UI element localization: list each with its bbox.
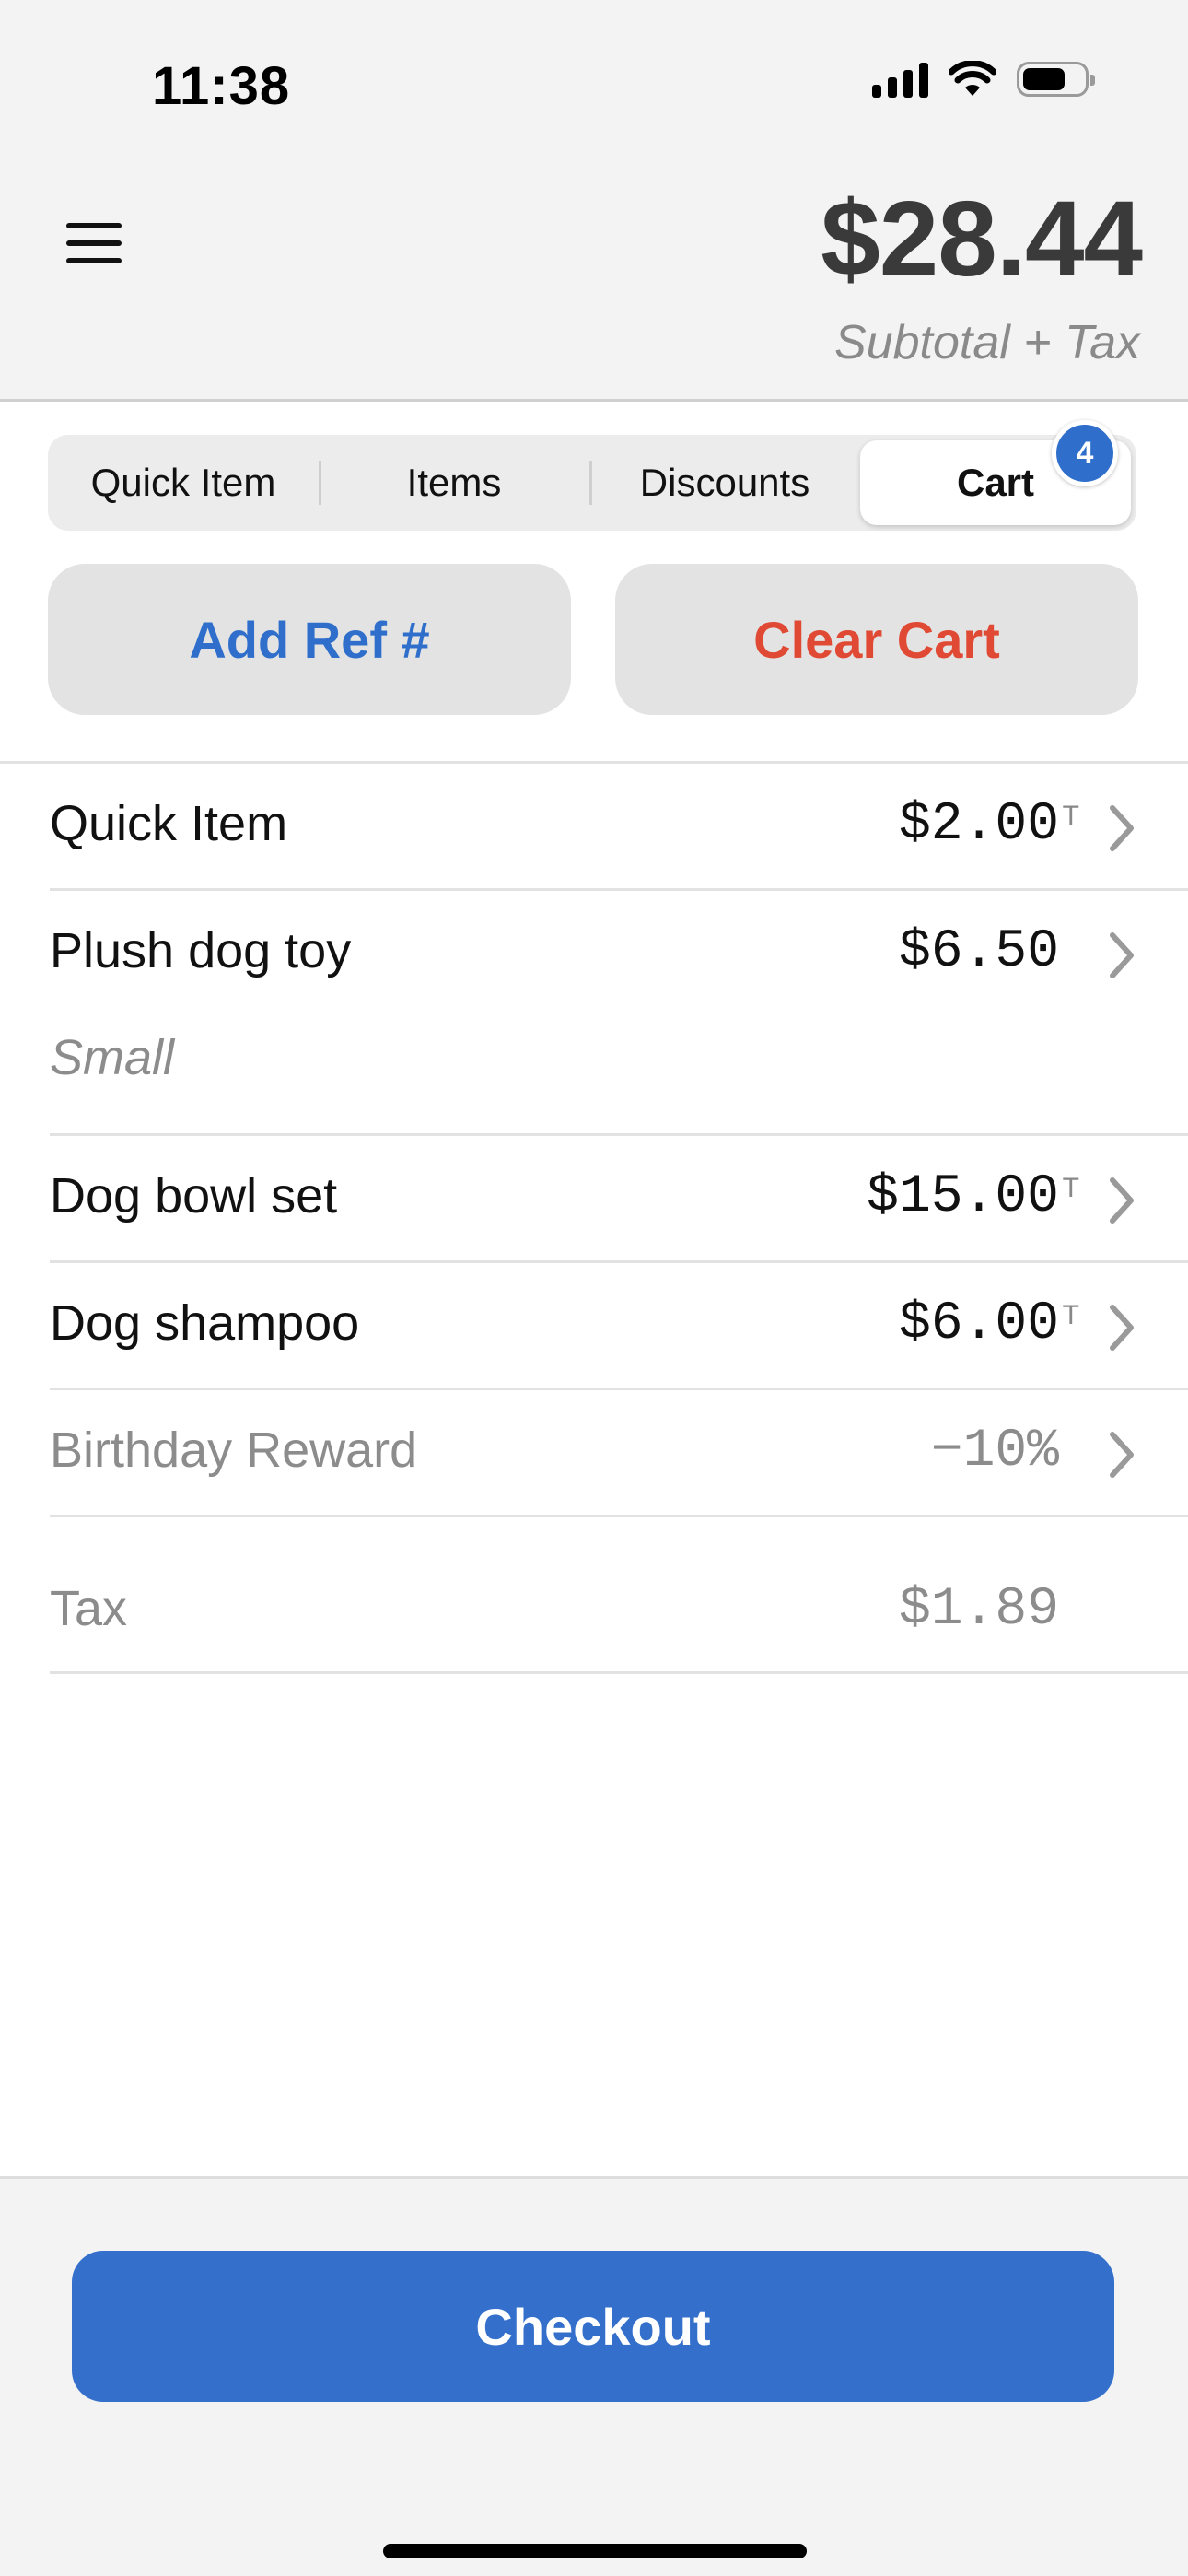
clear-cart-button[interactable]: Clear Cart — [615, 564, 1138, 715]
tax-row: Tax $1.89 — [50, 1517, 1188, 1674]
cellular-signal-icon — [872, 61, 928, 98]
tab-items[interactable]: Items — [319, 440, 589, 525]
taxable-flag: T — [1062, 1173, 1079, 1203]
discount-name: Birthday Reward — [50, 1423, 418, 1478]
battery-icon — [1017, 62, 1095, 97]
chevron-right-icon — [1110, 1432, 1134, 1478]
cart-actions: Add Ref # Clear Cart — [48, 564, 1138, 715]
chevron-right-icon — [1110, 1177, 1134, 1224]
cart-count-badge: 4 — [1052, 420, 1118, 486]
cart-row-plush-dog-toy[interactable]: Plush dog toy $6.50 Small — [50, 891, 1188, 1136]
item-price: $6.00 — [898, 1294, 1059, 1354]
item-name: Dog shampoo — [50, 1295, 360, 1351]
status-bar: 11:38 — [0, 0, 1188, 166]
footer: Checkout — [0, 2176, 1188, 2576]
order-total: $28.44 — [821, 179, 1143, 299]
status-time: 11:38 — [152, 56, 291, 116]
item-name: Plush dog toy — [50, 923, 352, 978]
taxable-flag: T — [1062, 801, 1079, 831]
discount-amount: −10% — [930, 1422, 1059, 1481]
item-price: $2.00 — [898, 795, 1059, 855]
tab-quick-item[interactable]: Quick Item — [48, 440, 319, 525]
tax-label: Tax — [50, 1581, 128, 1636]
item-price: $15.00 — [867, 1167, 1059, 1227]
cart-row-birthday-reward[interactable]: Birthday Reward −10% — [50, 1390, 1188, 1517]
order-total-caption: Subtotal + Tax — [834, 316, 1140, 369]
item-name: Dog bowl set — [50, 1168, 338, 1224]
header: $28.44 Subtotal + Tax — [0, 166, 1188, 402]
tab-cart-label: Cart — [956, 461, 1035, 504]
chevron-right-icon — [1110, 805, 1134, 851]
tab-cart[interactable]: Cart 4 — [860, 420, 1131, 525]
home-indicator[interactable] — [383, 2544, 807, 2558]
item-name: Quick Item — [50, 796, 288, 851]
segmented-control: Quick Item Items Discounts Cart 4 — [48, 420, 1136, 531]
item-variant: Small — [50, 1030, 175, 1085]
tab-discounts[interactable]: Discounts — [589, 440, 860, 525]
wifi-icon — [949, 61, 996, 96]
cart-panel: Quick Item Items Discounts Cart 4 Add Re… — [0, 402, 1188, 2176]
checkout-button[interactable]: Checkout — [72, 2251, 1114, 2402]
cart-list: Quick Item $2.00 T Plush dog toy $6.50 S… — [0, 761, 1188, 1674]
item-price: $6.50 — [898, 922, 1059, 982]
cart-row-dog-shampoo[interactable]: Dog shampoo $6.00 T — [50, 1263, 1188, 1390]
taxable-flag: T — [1062, 1300, 1079, 1330]
status-icons — [872, 61, 1095, 98]
tax-amount: $1.89 — [898, 1580, 1059, 1640]
add-ref-button[interactable]: Add Ref # — [48, 564, 571, 715]
hamburger-menu-icon[interactable] — [66, 223, 123, 267]
chevron-right-icon — [1110, 932, 1134, 978]
cart-row-quick-item[interactable]: Quick Item $2.00 T — [50, 764, 1188, 891]
cart-row-dog-bowl-set[interactable]: Dog bowl set $15.00 T — [50, 1136, 1188, 1263]
chevron-right-icon — [1110, 1305, 1134, 1351]
